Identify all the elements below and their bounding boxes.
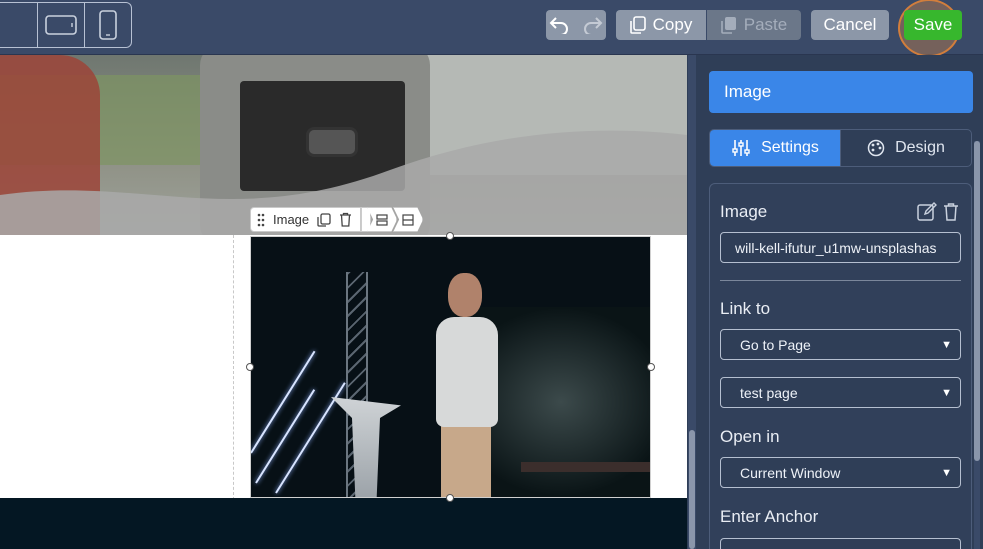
chevron-down-icon: ▼ [941,466,952,479]
column-guide [233,235,234,500]
chevron-down-icon: ▼ [941,386,952,399]
resize-handle-bottom[interactable] [446,494,454,502]
resize-handle-right[interactable] [647,363,655,371]
trash-icon[interactable] [339,212,352,227]
settings-panel: Image Settings Design Image will-kell-if… [697,55,983,549]
image-filename-field[interactable]: will-kell-ifutur_u1mw-unsplashas [720,232,961,263]
device-switcher [0,2,132,48]
trash-icon[interactable] [943,202,959,221]
open-in-select[interactable]: Current Window ▼ [720,457,961,488]
page-value: test page [740,384,798,401]
tablet-view-button[interactable] [38,3,85,47]
redo-icon [583,17,603,34]
panel-tabs: Settings Design [709,129,972,167]
settings-card: Image will-kell-ifutur_u1mw-unsplashas L… [709,183,972,549]
drag-handle-icon[interactable] [257,213,265,227]
open-in-value: Current Window [740,464,841,481]
paste-icon [720,17,736,34]
palette-icon [867,139,885,157]
copy-icon [629,16,646,34]
link-type-value: Go to Page [740,336,811,353]
image-label: Image [720,202,768,221]
element-type-label: Image [273,212,310,227]
undo-icon [549,17,569,34]
redo-button[interactable] [580,10,607,40]
paste-button[interactable]: Paste [707,10,801,40]
tab-design[interactable]: Design [840,130,971,166]
row-select-button[interactable] [393,207,424,232]
tablet-landscape-icon [45,15,77,35]
panel-scrollbar[interactable] [974,141,980,549]
duplicate-icon[interactable] [317,212,331,227]
save-label: Save [913,15,953,34]
row-icon [402,213,414,226]
page-canvas: Image [0,55,687,549]
copy-button[interactable]: Copy [616,10,706,40]
tab-settings[interactable]: Settings [710,130,840,166]
sliders-icon [732,140,750,156]
section-icon [376,213,388,226]
cancel-button[interactable]: Cancel [811,10,889,40]
mobile-view-button[interactable] [85,3,131,47]
anchor-label: Enter Anchor [720,507,819,526]
tab-design-label: Design [895,139,945,156]
edit-icon[interactable] [917,202,937,221]
tab-settings-label: Settings [761,139,819,156]
link-type-select[interactable]: Go to Page ▼ [720,329,961,360]
element-toolbar: Image [250,207,424,232]
resize-handle-left[interactable] [246,363,254,371]
desktop-view-button[interactable] [0,3,38,47]
paste-label: Paste [743,15,788,34]
anchor-input[interactable] [720,538,961,549]
section-select-button[interactable] [367,207,398,232]
panel-title: Image [709,71,973,113]
selected-image-speaker-on-stage[interactable] [250,236,651,498]
cancel-label: Cancel [823,15,877,34]
copy-label: Copy [652,15,693,34]
chevron-down-icon: ▼ [941,338,952,351]
save-button[interactable]: Save [904,10,962,40]
mobile-icon [99,10,117,40]
footer-section [0,498,687,549]
link-to-label: Link to [720,299,771,318]
open-in-label: Open in [720,427,780,446]
page-select[interactable]: test page ▼ [720,377,961,408]
canvas-scrollbar[interactable] [688,55,696,549]
undo-redo-group [546,10,606,40]
undo-button[interactable] [546,10,573,40]
top-toolbar: Copy Paste Cancel Save [0,0,983,57]
resize-handle-top[interactable] [446,232,454,240]
divider [720,280,961,281]
